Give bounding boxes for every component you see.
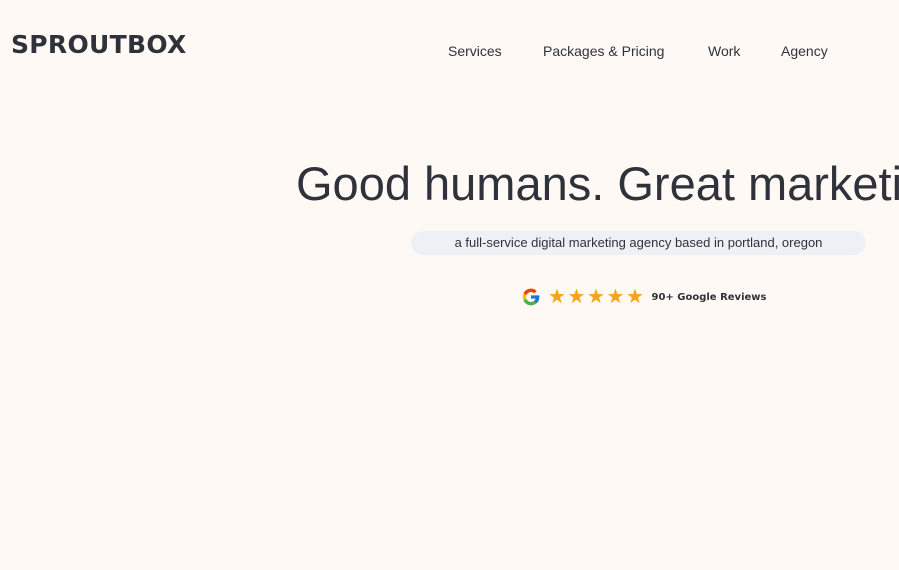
site-logo[interactable]: SPROUTBOX <box>11 30 187 59</box>
nav-link-packages-pricing[interactable]: Packages & Pricing <box>543 43 664 59</box>
hero-title: Good humans. Great marketing. <box>296 157 899 210</box>
google-g-icon <box>521 287 541 307</box>
nav-link-agency[interactable]: Agency <box>781 43 828 59</box>
nav-link-services[interactable]: Services <box>448 43 502 59</box>
google-reviews-badge[interactable]: ★ ★ ★ ★ ★ 90+ Google Reviews <box>521 286 766 308</box>
star-icon: ★ <box>626 286 644 308</box>
tagline-text: a full-service digital marketing agency … <box>454 235 823 250</box>
star-icon: ★ <box>548 286 566 308</box>
reviews-count-label[interactable]: 90+ Google Reviews <box>652 292 767 303</box>
tagline-pill: a full-service digital marketing agency … <box>411 231 866 255</box>
star-icon: ★ <box>606 286 625 308</box>
rating-stars: ★ ★ ★ ★ ★ <box>548 287 646 307</box>
page: SPROUTBOX Services Packages & Pricing Wo… <box>0 0 899 570</box>
star-icon: ★ <box>587 286 605 308</box>
star-icon: ★ <box>567 286 586 308</box>
nav-link-work[interactable]: Work <box>708 43 740 59</box>
